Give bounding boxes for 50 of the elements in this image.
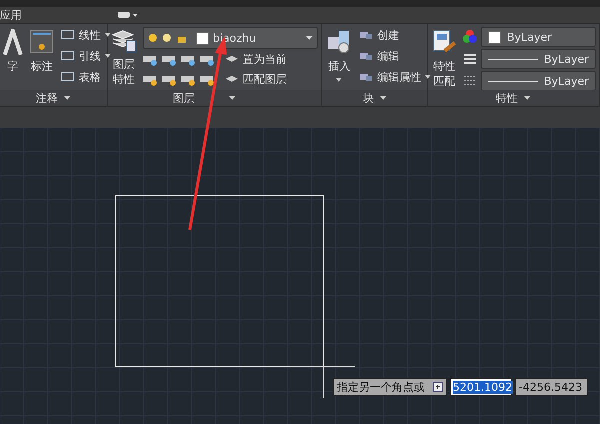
match-properties-button[interactable]: 特性 匹配: [431, 27, 458, 90]
layer-dropdown[interactable]: biaozhu: [143, 27, 318, 49]
tool-icon: [61, 29, 75, 41]
ribbon-small-button[interactable]: 线性: [61, 27, 111, 43]
ribbon-tab[interactable]: 应用: [0, 8, 22, 22]
block-icon: [359, 71, 374, 83]
ribbon-large-button[interactable]: 字: [3, 27, 23, 90]
tool-icon: [61, 71, 75, 83]
caret-icon[interactable]: [425, 75, 432, 79]
tool-icon: [61, 50, 75, 62]
ribbon-small-button[interactable]: 编辑属性: [359, 69, 432, 85]
ribbon-large-button[interactable]: 标注: [29, 27, 55, 90]
dimension-icon: [29, 29, 55, 55]
caret-icon[interactable]: [105, 54, 111, 58]
layers-icon: [111, 29, 137, 53]
ribbon-small-button[interactable]: 创建: [359, 27, 432, 43]
match-properties-icon: [431, 29, 458, 55]
insert-button[interactable]: 插入: [325, 27, 354, 90]
layer-properties-button[interactable]: 图层 特性: [111, 27, 137, 90]
caret-icon[interactable]: [229, 96, 236, 100]
ribbon-small-button[interactable]: 引线: [61, 48, 111, 64]
ribbon-small-button[interactable]: 置为当前: [225, 52, 287, 68]
coordinate-input[interactable]: 5201.1092: [450, 378, 512, 396]
block-icon: [359, 29, 374, 41]
caret-icon[interactable]: [380, 96, 387, 100]
ribbon-small-button[interactable]: 匹配图层: [225, 72, 287, 88]
color-dropdown[interactable]: ByLayer: [481, 27, 596, 47]
ribbon-small-button[interactable]: 表格: [61, 69, 111, 85]
panel-title[interactable]: 块: [362, 90, 374, 106]
drawing-canvas[interactable]: 指定另一个角点或 5201.1092 -4256.5423: [0, 128, 600, 424]
caret-icon[interactable]: [306, 36, 314, 40]
linetype-icon: [463, 74, 478, 88]
options-icon: [433, 382, 443, 392]
panel-title[interactable]: 注释: [36, 90, 58, 106]
caret-icon[interactable]: [64, 96, 71, 100]
ribbon-small-button[interactable]: 编辑: [359, 48, 432, 64]
command-prompt: 指定另一个角点或: [333, 378, 447, 396]
coordinate-input[interactable]: -4256.5423: [515, 378, 588, 396]
linetype-dropdown[interactable]: ByLayer: [481, 71, 596, 91]
lineweight-icon: [463, 52, 478, 66]
caret-icon: [336, 78, 342, 82]
block-icon: [359, 50, 374, 62]
caret-icon[interactable]: [105, 33, 111, 37]
text-icon: [3, 29, 23, 55]
caret-icon[interactable]: [524, 96, 532, 100]
color-wheel-icon: [463, 30, 478, 44]
panel-title[interactable]: 图层: [173, 90, 196, 106]
panel-title[interactable]: 特性: [496, 90, 518, 106]
lineweight-dropdown[interactable]: ByLayer: [481, 49, 596, 69]
panel-toggle-icon[interactable]: [117, 11, 139, 19]
